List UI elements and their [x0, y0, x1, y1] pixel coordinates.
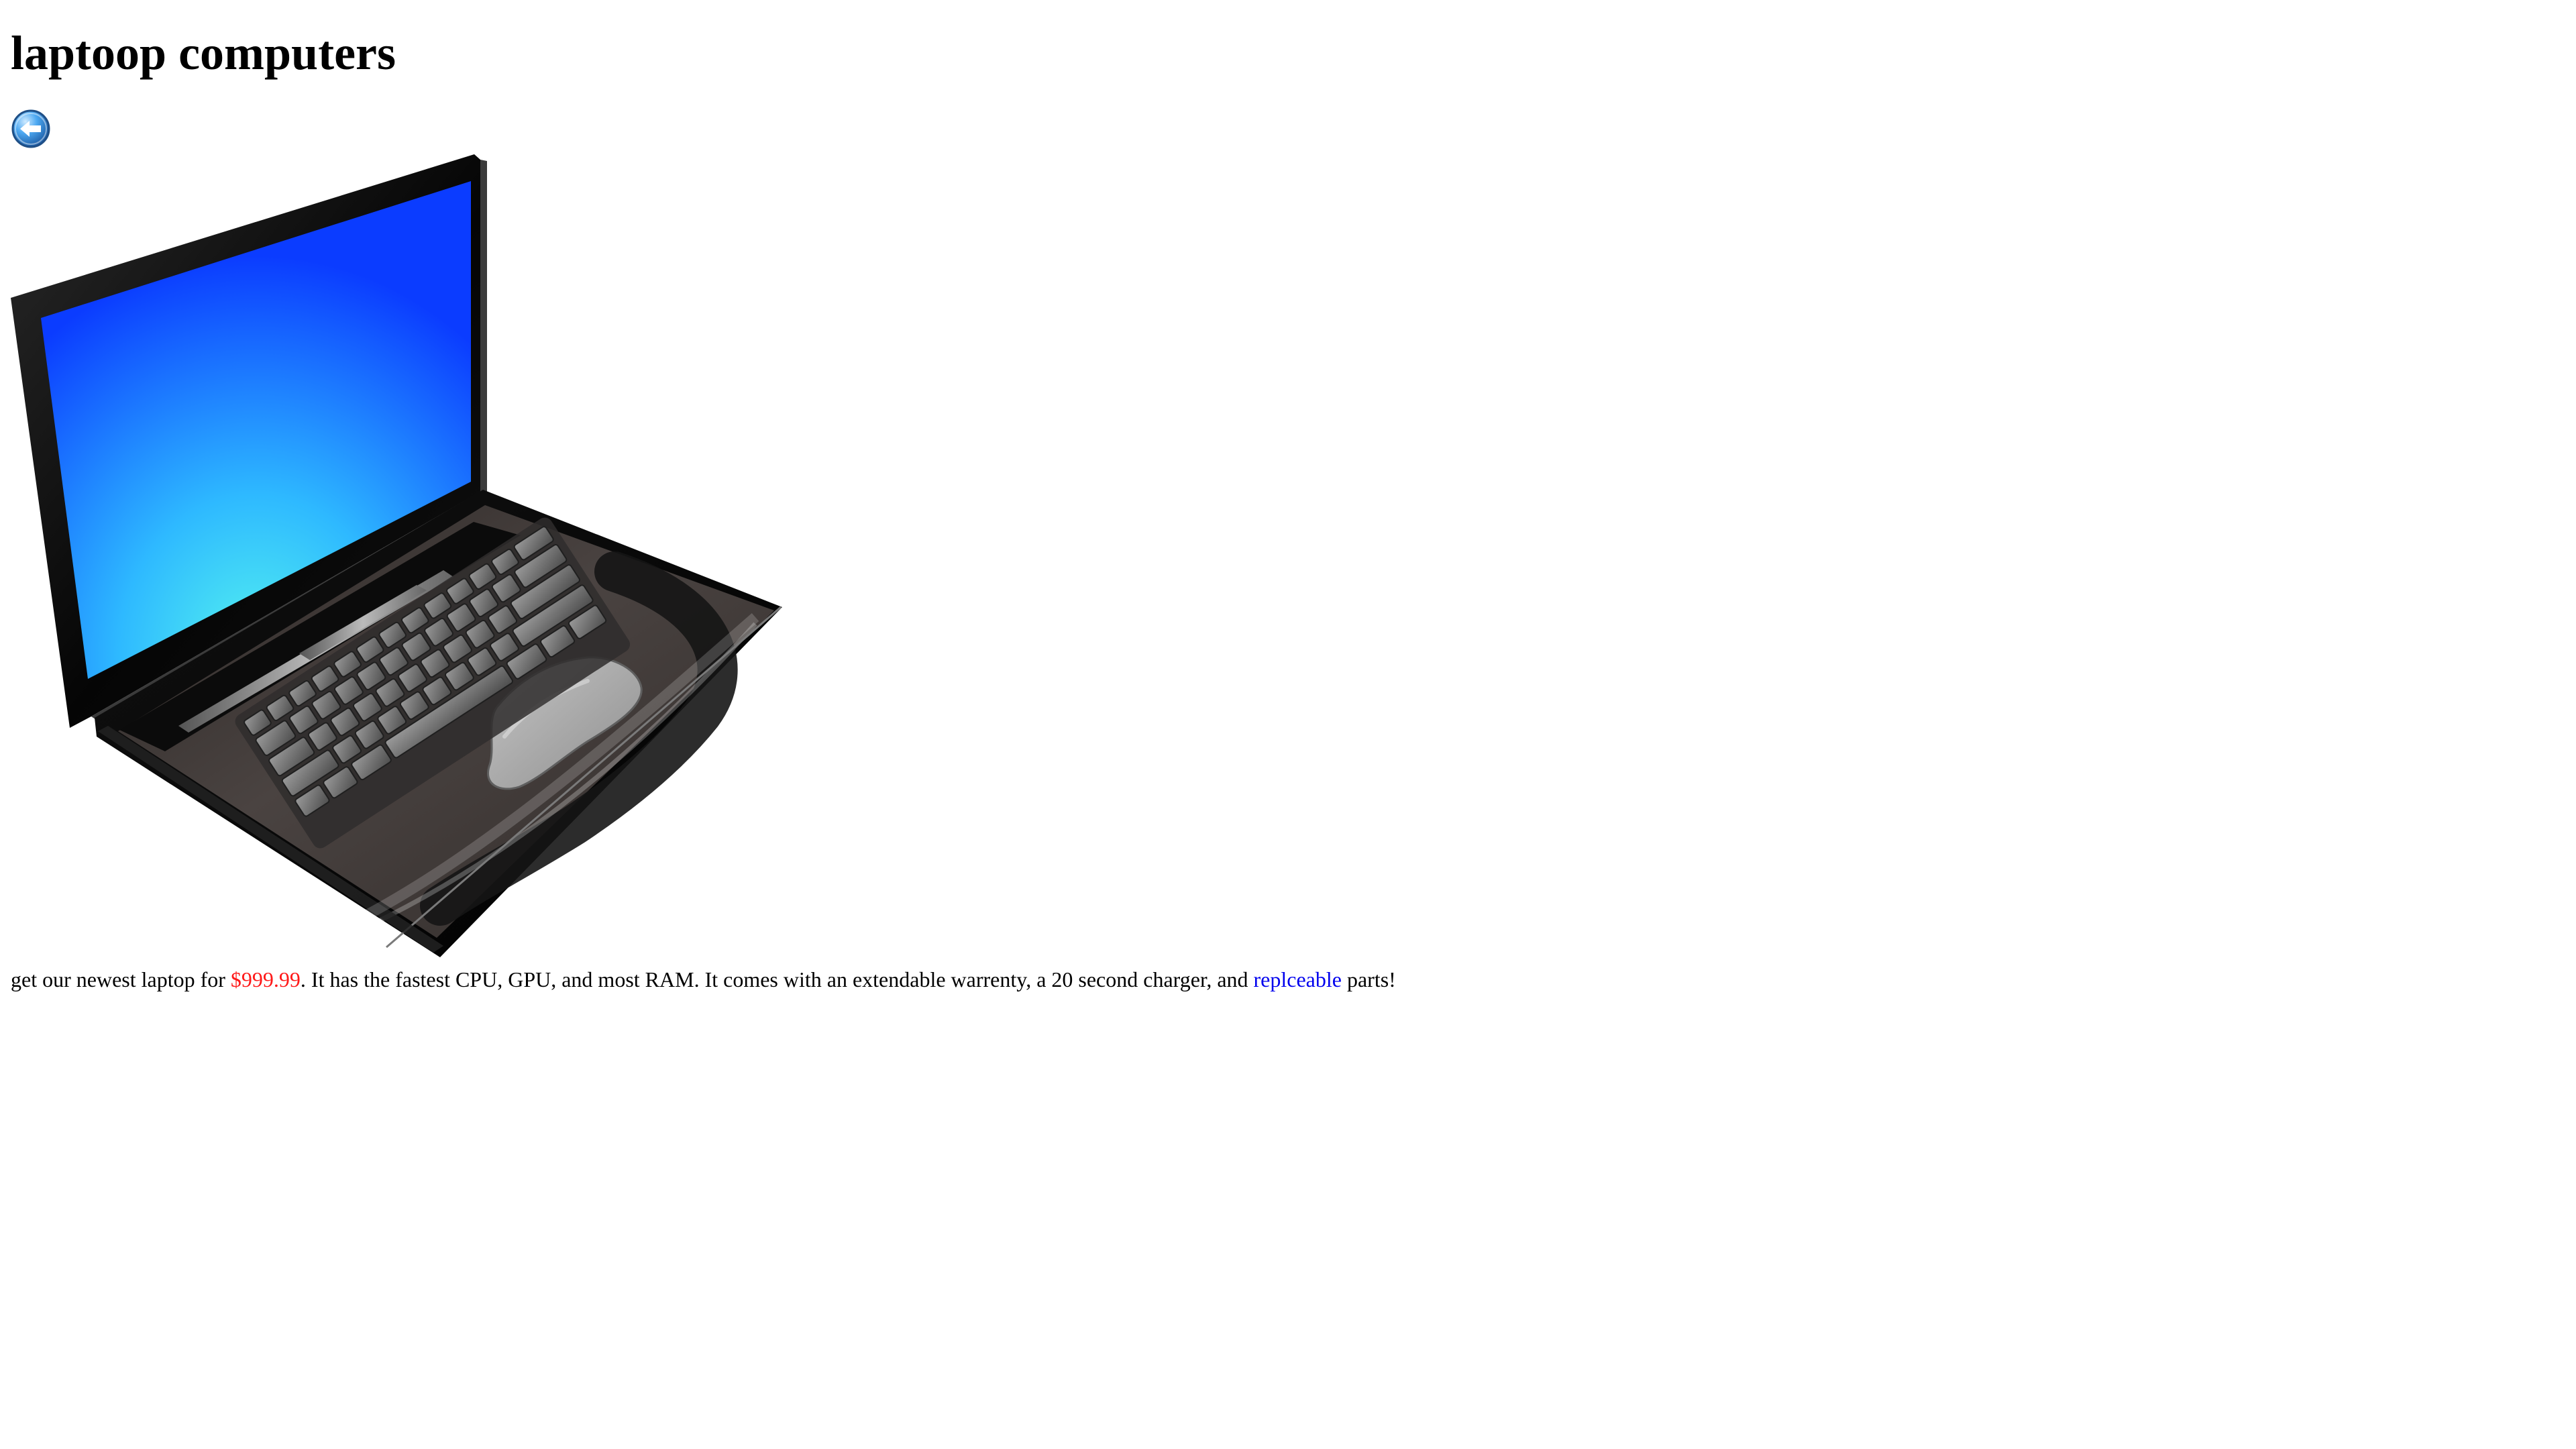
- page: laptoop computers get our newest laptop …: [0, 0, 2576, 1449]
- price-text: $999.99: [230, 967, 301, 991]
- description-text-start: get our newest laptop for: [11, 967, 231, 991]
- description-text-end: parts!: [1341, 967, 1396, 991]
- product-description: get our newest laptop for $999.99. It ha…: [11, 966, 1396, 993]
- laptop-image: [11, 154, 782, 957]
- replaceable-parts-link[interactable]: replceable: [1254, 967, 1342, 991]
- back-button[interactable]: [11, 109, 51, 149]
- page-title: laptoop computers: [11, 26, 396, 80]
- back-arrow-icon: [11, 109, 50, 148]
- description-text-middle: . It has the fastest CPU, GPU, and most …: [300, 967, 1254, 991]
